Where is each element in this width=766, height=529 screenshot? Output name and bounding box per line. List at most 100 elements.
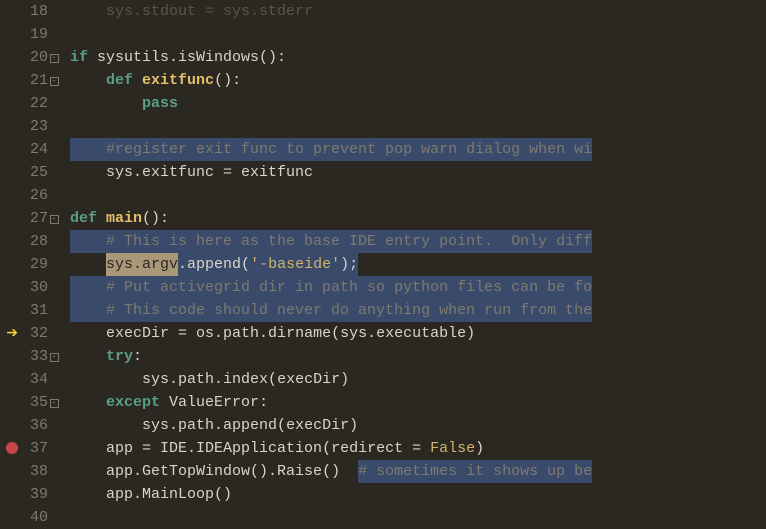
fold-slot[interactable]: - xyxy=(48,391,60,414)
line-number: 19 xyxy=(18,23,48,46)
code-line[interactable]: sys.argv.append('-baseide'); xyxy=(68,253,766,276)
text-token: sysutils.isWindows xyxy=(88,46,259,69)
code-line[interactable]: def exitfunc(): xyxy=(68,69,766,92)
fold-slot[interactable]: - xyxy=(48,46,60,69)
code-line[interactable]: except ValueError: xyxy=(68,391,766,414)
punct-token: ) xyxy=(349,414,358,437)
keyword-token: except xyxy=(106,391,160,414)
text-token xyxy=(70,230,106,253)
line-number: 23 xyxy=(18,115,48,138)
text-token xyxy=(70,138,106,161)
gutter-row[interactable]: 28 xyxy=(2,230,60,253)
text-token: sys.stdout = sys.stderr xyxy=(70,0,313,23)
line-number: 24 xyxy=(18,138,48,161)
comment-token: # This is here as the base IDE entry poi… xyxy=(106,230,592,253)
gutter-row[interactable]: 23 xyxy=(2,115,60,138)
code-line[interactable]: sys.path.append(execDir) xyxy=(68,414,766,437)
breakpoint-slot[interactable] xyxy=(2,437,18,460)
text-token xyxy=(70,253,106,276)
code-line[interactable]: #register exit func to prevent pop warn … xyxy=(68,138,766,161)
fold-collapse-icon[interactable]: - xyxy=(50,399,59,408)
code-area[interactable]: sys.stdout = sys.stderr if sysutils.isWin… xyxy=(68,0,766,503)
gutter-row[interactable]: 31 xyxy=(2,299,60,322)
gutter-row[interactable]: ➔32 xyxy=(2,322,60,345)
breakpoint-icon[interactable] xyxy=(6,442,18,454)
code-line[interactable]: if sysutils.isWindows(): xyxy=(68,46,766,69)
keyword-token: try xyxy=(106,345,133,368)
gutter-row[interactable]: 19 xyxy=(2,23,60,46)
code-line[interactable]: try: xyxy=(68,345,766,368)
fold-collapse-icon[interactable]: - xyxy=(50,215,59,224)
gutter-row[interactable]: 25 xyxy=(2,161,60,184)
text-token xyxy=(97,207,106,230)
keyword-token: pass xyxy=(142,92,178,115)
line-number: 32 xyxy=(18,322,48,345)
code-editor[interactable]: 181920-21-222324252627-28293031➔3233-343… xyxy=(0,0,766,503)
code-line[interactable]: execDir = os.path.dirname(sys.executable… xyxy=(68,322,766,345)
gutter-row[interactable]: 24 xyxy=(2,138,60,161)
text-token: ValueError xyxy=(160,391,259,414)
fold-collapse-icon[interactable]: - xyxy=(50,54,59,63)
text-token xyxy=(133,69,142,92)
gutter-row[interactable]: 29 xyxy=(2,253,60,276)
fold-collapse-icon[interactable]: - xyxy=(50,353,59,362)
keyword-token: def xyxy=(70,207,97,230)
gutter-row[interactable]: 30 xyxy=(2,276,60,299)
code-line[interactable]: sys.path.index(execDir) xyxy=(68,368,766,391)
text-token: app xyxy=(70,437,142,460)
text-token: execDir xyxy=(277,368,340,391)
gutter-row[interactable]: 37 xyxy=(2,437,60,460)
code-line[interactable] xyxy=(68,23,766,46)
comment-token: #register exit func to prevent pop warn … xyxy=(106,138,592,161)
code-line[interactable]: pass xyxy=(68,92,766,115)
code-line[interactable] xyxy=(68,506,766,529)
text-token: IDE.IDEApplication xyxy=(151,437,322,460)
fold-slot[interactable]: - xyxy=(48,69,60,92)
line-number: 37 xyxy=(18,437,48,460)
gutter-row[interactable]: 33- xyxy=(2,345,60,368)
gutter-row[interactable]: 38 xyxy=(2,460,60,483)
text-token: app.GetTopWindow xyxy=(70,460,250,483)
fold-slot[interactable]: - xyxy=(48,207,60,230)
defname-token: exitfunc xyxy=(142,69,214,92)
code-line[interactable]: # This code should never do anything whe… xyxy=(68,299,766,322)
code-line[interactable]: app.GetTopWindow().Raise() # sometimes i… xyxy=(68,460,766,483)
punct-token: ( xyxy=(322,437,331,460)
gutter-row[interactable]: 26 xyxy=(2,184,60,207)
code-line[interactable] xyxy=(68,184,766,207)
code-line[interactable]: sys.exitfunc = exitfunc xyxy=(68,161,766,184)
gutter-row[interactable]: 20- xyxy=(2,46,60,69)
text-token: sys.executable xyxy=(340,322,466,345)
line-number: 22 xyxy=(18,92,48,115)
punct-token: (). xyxy=(250,460,277,483)
code-line[interactable]: def main(): xyxy=(68,207,766,230)
code-line[interactable] xyxy=(68,115,766,138)
keyword-token: if xyxy=(70,46,88,69)
fold-collapse-icon[interactable]: - xyxy=(50,77,59,86)
gutter-row[interactable]: 35- xyxy=(2,391,60,414)
code-line[interactable]: # Put activegrid dir in path so python f… xyxy=(68,276,766,299)
fold-slot[interactable]: - xyxy=(48,345,60,368)
punct-token: = xyxy=(223,161,232,184)
code-line[interactable]: sys.stdout = sys.stderr xyxy=(68,0,766,23)
code-line[interactable]: # This is here as the base IDE entry poi… xyxy=(68,230,766,253)
line-number: 18 xyxy=(18,0,48,23)
gutter-row[interactable]: 34 xyxy=(2,368,60,391)
gutter-row[interactable]: 18 xyxy=(2,0,60,23)
text-token: .append xyxy=(178,253,241,276)
breakpoint-slot[interactable]: ➔ xyxy=(2,322,18,346)
text-token xyxy=(70,391,106,414)
gutter-row[interactable]: 36 xyxy=(2,414,60,437)
gutter-row[interactable]: 22 xyxy=(2,92,60,115)
keyword-token: def xyxy=(106,69,133,92)
gutter-row[interactable]: 27- xyxy=(2,207,60,230)
comment-token: # sometimes it shows up be xyxy=(358,460,592,483)
text-token xyxy=(70,69,106,92)
punct-token: () xyxy=(322,460,340,483)
gutter-row[interactable]: 40 xyxy=(2,506,60,529)
punct-token: (): xyxy=(214,69,241,92)
line-number: 26 xyxy=(18,184,48,207)
punct-token: : xyxy=(133,345,142,368)
gutter-row[interactable]: 21- xyxy=(2,69,60,92)
code-line[interactable]: app = IDE.IDEApplication(redirect = Fals… xyxy=(68,437,766,460)
